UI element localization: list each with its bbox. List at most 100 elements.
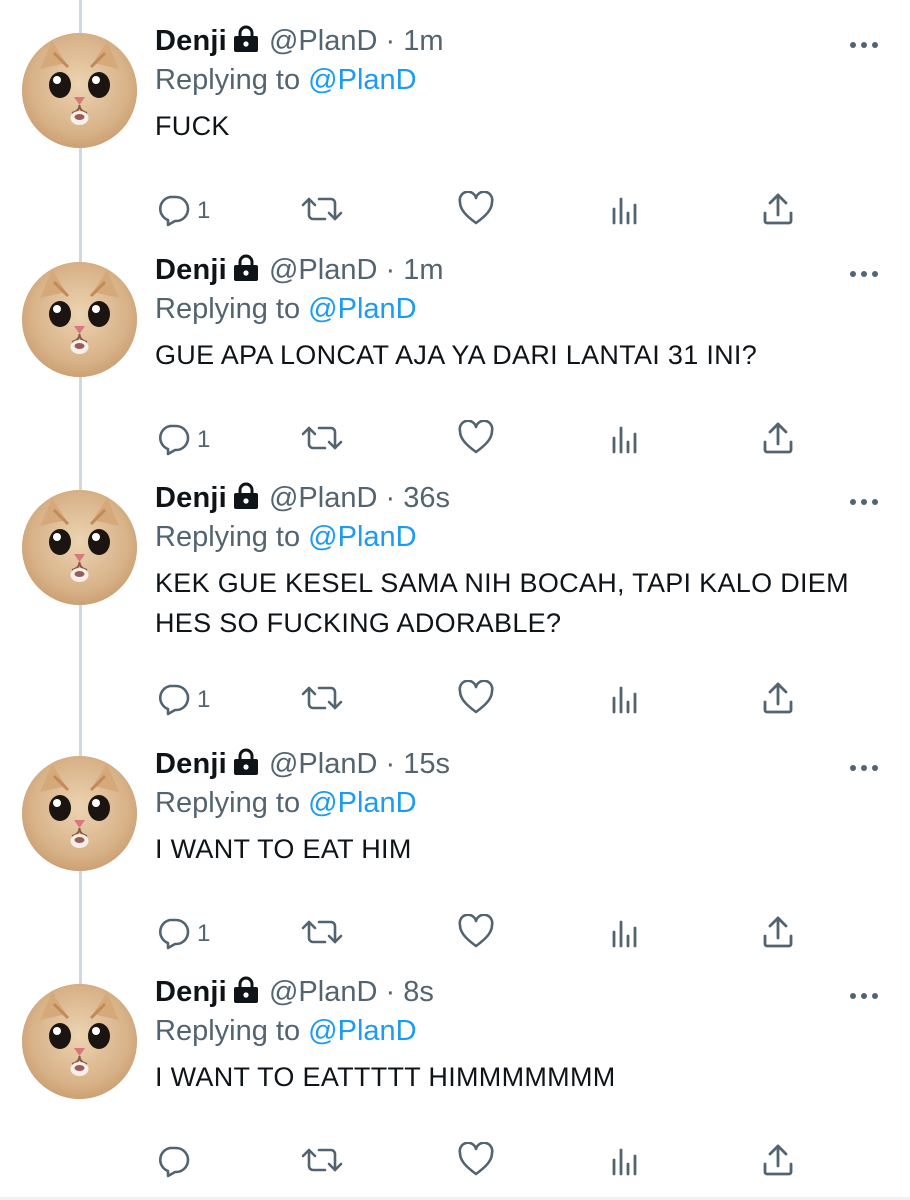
tweet-text: FUCK <box>155 111 230 141</box>
cat-avatar-image <box>22 490 137 605</box>
replying-to-mention[interactable]: @PlanD <box>308 1015 416 1047</box>
reply-icon <box>155 420 191 461</box>
reply-icon <box>155 914 191 955</box>
replying-to-mention[interactable]: @PlanD <box>308 521 416 553</box>
tweet-content: Denji @PlanD · 1m Replying to @PlanD GUE… <box>155 250 870 375</box>
views-icon <box>608 914 642 955</box>
display-name[interactable]: Denji <box>155 482 227 514</box>
views-button[interactable] <box>608 420 642 460</box>
share-icon <box>760 191 796 232</box>
retweet-icon <box>301 914 343 955</box>
handle[interactable]: @PlanD <box>269 254 377 286</box>
handle[interactable]: @PlanD <box>269 748 377 780</box>
tweet-header: Denji @PlanD · 1m <box>155 250 870 293</box>
more-icon[interactable] <box>848 37 880 55</box>
retweet-button[interactable] <box>301 420 343 460</box>
handle[interactable]: @PlanD <box>269 482 377 514</box>
avatar[interactable] <box>22 984 137 1099</box>
avatar[interactable] <box>22 756 137 871</box>
heart-icon <box>457 418 495 461</box>
share-icon <box>760 680 796 721</box>
tweet-actions: 1 <box>155 912 805 954</box>
tweet-text: I WANT TO EAT HIM <box>155 834 412 864</box>
heart-icon <box>457 189 495 232</box>
share-icon <box>760 420 796 461</box>
retweet-button[interactable] <box>301 680 343 720</box>
like-button[interactable] <box>457 678 495 720</box>
replying-to-line: Replying to @PlanD <box>155 521 870 553</box>
reply-icon <box>155 191 191 232</box>
reply-button[interactable]: 1 <box>155 680 210 720</box>
avatar[interactable] <box>22 33 137 148</box>
timestamp[interactable]: 15s <box>403 748 450 780</box>
views-button[interactable] <box>608 191 642 231</box>
replying-to-line: Replying to @PlanD <box>155 1015 870 1047</box>
replying-to-mention[interactable]: @PlanD <box>308 64 416 96</box>
views-button[interactable] <box>608 1142 642 1182</box>
views-button[interactable] <box>608 680 642 720</box>
views-icon <box>608 1142 642 1183</box>
cat-avatar-image <box>22 33 137 148</box>
retweet-button[interactable] <box>301 1142 343 1182</box>
more-icon[interactable] <box>848 760 880 778</box>
replying-to-label: Replying to <box>155 293 301 325</box>
more-icon[interactable] <box>848 988 880 1006</box>
more-icon[interactable] <box>848 266 880 284</box>
handle[interactable]: @PlanD <box>269 25 377 57</box>
views-icon <box>608 680 642 721</box>
retweet-button[interactable] <box>301 914 343 954</box>
like-button[interactable] <box>457 189 495 232</box>
avatar[interactable] <box>22 262 137 377</box>
avatar[interactable] <box>22 490 137 605</box>
reply-count: 1 <box>197 686 211 713</box>
more-icon[interactable] <box>848 494 880 512</box>
share-button[interactable] <box>760 914 796 954</box>
share-icon <box>760 1142 796 1183</box>
tweet-header: Denji @PlanD · 15s <box>155 744 870 787</box>
tweet-content: Denji @PlanD · 15s Replying to @PlanD I … <box>155 744 870 869</box>
tweet-content: Denji @PlanD · 36s Replying to @PlanD KE… <box>155 478 870 643</box>
timestamp[interactable]: 1m <box>403 254 443 286</box>
reply-count: 1 <box>197 197 211 224</box>
share-button[interactable] <box>760 420 796 460</box>
tweet-content: Denji @PlanD · 8s Replying to @PlanD I W… <box>155 972 870 1097</box>
reply-button[interactable]: 1 <box>155 191 210 231</box>
like-button[interactable] <box>457 1140 495 1183</box>
lock-icon <box>231 975 261 1015</box>
share-button[interactable] <box>760 1142 796 1182</box>
tweet-content: Denji @PlanD · 1m Replying to @PlanD FUC… <box>155 21 870 146</box>
separator-dot: · <box>385 748 396 780</box>
tweet-actions <box>155 1140 805 1183</box>
separator-dot: · <box>385 976 396 1008</box>
reply-button[interactable]: 1 <box>155 420 210 460</box>
retweet-button[interactable] <box>301 191 343 231</box>
lock-icon <box>231 24 261 64</box>
reply-button[interactable]: 1 <box>155 914 210 954</box>
timestamp[interactable]: 36s <box>403 482 450 514</box>
share-button[interactable] <box>760 680 796 720</box>
replying-to-mention[interactable]: @PlanD <box>308 787 416 819</box>
handle[interactable]: @PlanD <box>269 976 377 1008</box>
tweet-header: Denji @PlanD · 1m <box>155 21 870 64</box>
replying-to-mention[interactable]: @PlanD <box>308 293 416 325</box>
display-name[interactable]: Denji <box>155 748 227 780</box>
timestamp[interactable]: 1m <box>403 25 443 57</box>
like-button[interactable] <box>457 912 495 954</box>
timestamp[interactable]: 8s <box>403 976 434 1008</box>
cat-avatar-image <box>22 756 137 871</box>
replying-to-label: Replying to <box>155 1015 301 1047</box>
display-name[interactable]: Denji <box>155 254 227 286</box>
share-button[interactable] <box>760 191 796 231</box>
display-name[interactable]: Denji <box>155 25 227 57</box>
share-icon <box>760 914 796 955</box>
replying-to-line: Replying to @PlanD <box>155 293 870 325</box>
views-icon <box>608 420 642 461</box>
separator-dot: · <box>385 254 396 286</box>
replying-to-line: Replying to @PlanD <box>155 787 870 819</box>
reply-button[interactable] <box>155 1142 197 1182</box>
display-name[interactable]: Denji <box>155 976 227 1008</box>
like-button[interactable] <box>457 418 495 461</box>
views-button[interactable] <box>608 914 642 954</box>
heart-icon <box>457 1140 495 1183</box>
tweet-actions: 1 <box>155 418 805 461</box>
